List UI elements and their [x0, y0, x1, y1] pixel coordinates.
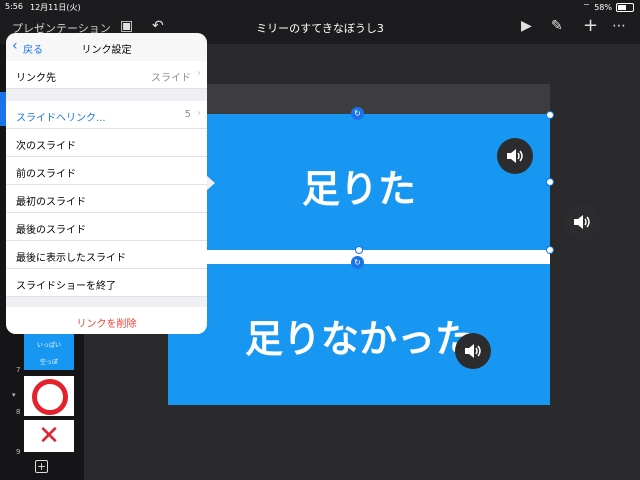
slide-thumbnail-7[interactable]	[24, 376, 74, 416]
chevron-right-icon: ›	[197, 108, 201, 119]
link-to-slide-label: スライドへリンク...	[16, 113, 106, 124]
slide-thumbnail-8[interactable]: ✕	[24, 420, 74, 452]
next-slide-row[interactable]: 次のスライド	[6, 129, 207, 157]
status-right: ⌔ 58%	[583, 2, 634, 12]
rotate-handle-top[interactable]: ↻	[351, 107, 364, 120]
popover-arrow	[206, 175, 215, 191]
slide-thumbnail-6[interactable]: いっぱい 空っぽ	[24, 334, 74, 370]
first-slide-label: 最初のスライド	[16, 197, 86, 208]
chevron-right-icon: ›	[197, 68, 201, 79]
last-slide-label: 最後のスライド	[16, 225, 86, 236]
top-text-box[interactable]: 足りた	[168, 114, 550, 250]
popover-header: ‹ 戻る リンク設定	[6, 33, 207, 62]
slide-number-7: 7	[16, 366, 21, 374]
link-destination-label: リンク先	[16, 73, 56, 84]
thumb-text-1: いっぱい	[36, 342, 61, 349]
last-viewed-slide-label: 最後に表示したスライド	[16, 253, 126, 264]
battery-icon	[616, 2, 634, 12]
add-icon[interactable]: +	[583, 15, 598, 36]
first-slide-row[interactable]: 最初のスライド	[6, 185, 207, 213]
resize-handle-b[interactable]	[355, 246, 363, 254]
next-slide-label: 次のスライド	[16, 141, 76, 152]
resize-handle-tr[interactable]	[546, 111, 554, 119]
thumb-text-2: 空っぽ	[39, 359, 58, 366]
link-settings-popover: ‹ 戻る リンク設定 リンク先 スライド › スライドへリンク... 5 › 次…	[6, 33, 207, 334]
link-to-slide-value: 5	[184, 109, 191, 120]
previous-slide-row[interactable]: 前のスライド	[6, 157, 207, 185]
more-icon[interactable]: ⋯	[612, 18, 626, 34]
bottom-text-box[interactable]: 足りなかった	[168, 264, 550, 405]
resize-handle-r[interactable]	[546, 178, 554, 186]
remove-link-label: リンクを削除	[76, 319, 137, 330]
link-to-slide-row[interactable]: スライドへリンク... 5 ›	[6, 101, 207, 129]
last-viewed-slide-row[interactable]: 最後に表示したスライド	[6, 241, 207, 269]
slide-number-8: 8	[16, 408, 21, 416]
remove-link-button[interactable]: リンクを削除	[6, 307, 207, 334]
end-slideshow-label: スライドショーを終了	[16, 281, 116, 292]
collapse-icon[interactable]: ▾	[12, 391, 16, 399]
add-slide-button[interactable]: +	[35, 460, 48, 473]
status-date: 12月11日(火)	[30, 3, 81, 12]
last-slide-row[interactable]: 最後のスライド	[6, 213, 207, 241]
cross-icon: ✕	[38, 421, 60, 451]
battery-percent: 58%	[594, 2, 612, 12]
rotate-handle-bottom[interactable]: ↻	[351, 256, 364, 269]
speaker-icon-bottom[interactable]	[455, 333, 491, 369]
format-brush-icon[interactable]: ✎	[551, 18, 563, 34]
play-icon[interactable]: ▶	[521, 18, 532, 34]
status-time: 5:56	[5, 2, 23, 11]
resize-handle-br[interactable]	[546, 246, 554, 254]
previous-slide-label: 前のスライド	[16, 169, 76, 180]
wifi-icon: ⌔	[582, 2, 591, 11]
slide-number-9: 9	[16, 448, 21, 456]
link-destination-row[interactable]: リンク先 スライド ›	[6, 61, 207, 89]
popover-title: リンク設定	[81, 45, 132, 56]
status-bar: 5:56 12月11日(火) ⌔ 58%	[0, 0, 640, 14]
bottom-text: 足りなかった	[244, 317, 473, 361]
speaker-icon-top[interactable]	[497, 138, 533, 174]
top-text: 足りた	[301, 167, 416, 211]
end-slideshow-row[interactable]: スライドショーを終了	[6, 269, 207, 297]
circle-icon	[32, 379, 68, 415]
speaker-icon-side[interactable]	[564, 204, 600, 240]
link-destination-value: スライド	[151, 73, 191, 84]
